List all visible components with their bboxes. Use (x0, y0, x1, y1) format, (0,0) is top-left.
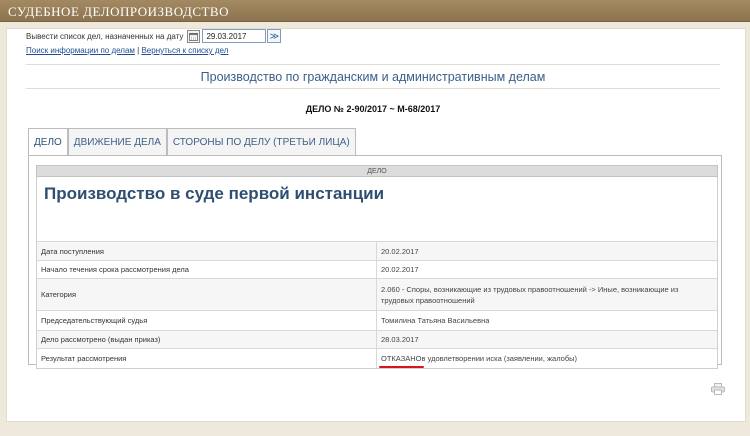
calendar-icon (189, 32, 199, 41)
row-key: Дата поступления (37, 242, 377, 260)
row-value: 20.02.2017 (381, 265, 419, 274)
table-row: Категория 2.060 - Споры, возникающие из … (37, 278, 717, 310)
date-input[interactable] (202, 29, 267, 43)
table-row: Председательствующий судья Томилина Тать… (37, 310, 717, 330)
table-header: ДЕЛО (36, 165, 718, 177)
top-bar: СУДЕБНОЕ ДЕЛОПРОИЗВОДСТВО (0, 0, 750, 22)
result-rest-text: в удовлетворении иска (заявлении, жалобы… (421, 354, 578, 363)
search-cases-link[interactable]: Поиск информации по делам (26, 46, 135, 55)
table-row: Результат рассмотрения ОТКАЗАНО в удовле… (37, 348, 717, 368)
row-value: Томилина Татьяна Васильевна (381, 316, 490, 325)
result-refused-highlight: ОТКАЗАНО (379, 353, 424, 368)
row-value: 20.02.2017 (381, 246, 419, 256)
table-row: Дело рассмотрено (выдан приказ) 28.03.20… (37, 330, 717, 348)
row-key: Начало течения срока рассмотрения дела (37, 261, 377, 278)
date-filter-label: Вывести список дел, назначенных на дату (26, 31, 184, 41)
instance-title: Производство в суде первой инстанции (36, 177, 718, 241)
row-key: Председательствующий судья (37, 311, 377, 330)
tab-case-movement[interactable]: ДВИЖЕНИЕ ДЕЛА (67, 128, 167, 155)
tab-bar: ДЕЛО ДВИЖЕНИЕ ДЕЛА СТОРОНЫ ПО ДЕЛУ (ТРЕТ… (28, 128, 356, 156)
app-title: СУДЕБНОЕ ДЕЛОПРОИЗВОДСТВО (8, 4, 229, 19)
tab-case[interactable]: ДЕЛО (28, 128, 68, 156)
row-key: Дело рассмотрено (выдан приказ) (37, 331, 377, 348)
case-number: ДЕЛО № 2-90/2017 ~ М-68/2017 (305, 104, 441, 114)
links-separator: | (137, 46, 140, 55)
date-filter: Вывести список дел, назначенных на дату … (26, 28, 282, 44)
row-value: 28.03.2017 (381, 335, 419, 344)
row-value: ОТКАЗАНО в удовлетворении иска (заявлени… (377, 349, 717, 368)
go-button[interactable]: ≫ (267, 29, 282, 43)
divider (26, 64, 720, 65)
red-underline (379, 366, 424, 368)
printer-icon[interactable] (711, 383, 725, 395)
section-title: Производство по гражданским и администра… (200, 70, 546, 84)
result-refused-text: ОТКАЗАНО (381, 354, 422, 363)
row-value: 2.060 - Споры, возникающие из трудовых п… (381, 284, 679, 305)
row-key: Категория (37, 279, 377, 310)
calendar-button[interactable] (187, 29, 201, 43)
case-info-table: Дата поступления 20.02.2017 Начало течен… (36, 241, 718, 369)
tab-case-parties[interactable]: СТОРОНЫ ПО ДЕЛУ (ТРЕТЬИ ЛИЦА) (166, 128, 356, 155)
nav-links: Поиск информации по делам | Вернуться к … (26, 46, 228, 55)
row-key: Результат рассмотрения (37, 349, 377, 368)
back-to-list-link[interactable]: Вернуться к списку дел (141, 46, 228, 55)
table-row: Дата поступления 20.02.2017 (37, 241, 717, 260)
divider (26, 88, 720, 89)
table-row: Начало течения срока рассмотрения дела 2… (37, 260, 717, 278)
